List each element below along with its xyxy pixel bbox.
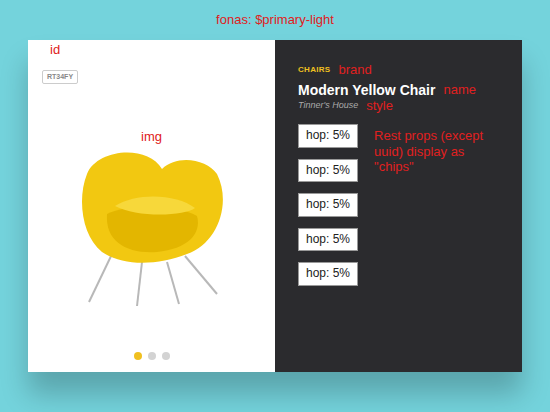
prop-chip: hop: 5%	[298, 124, 358, 148]
id-row: RT34FY	[42, 62, 261, 86]
image-panel: id RT34FY img	[28, 40, 275, 372]
info-panel: CHAIRSbrandModern Yellow ChairnameTinner…	[275, 40, 522, 372]
img-annotation: img	[141, 129, 162, 145]
prop-chip: hop: 5%	[298, 193, 358, 217]
name-annotation: name	[443, 82, 476, 98]
image-area: img	[42, 86, 261, 352]
carousel-dot[interactable]	[148, 352, 156, 360]
product-name: Modern Yellow Chair	[298, 82, 435, 99]
carousel-dot[interactable]	[162, 352, 170, 360]
brand-annotation: brand	[338, 62, 371, 78]
chair-image	[67, 144, 237, 309]
prop-chip: hop: 5%	[298, 262, 358, 286]
prop-chip: hop: 5%	[298, 228, 358, 252]
id-badge: RT34FY	[42, 70, 78, 84]
background-annotation: fonas: $primary-light	[0, 0, 550, 40]
style-row: Tinner's House style	[298, 98, 512, 114]
carousel-dot[interactable]	[134, 352, 142, 360]
chips-annotation: Rest props (except uuid) display as "chi…	[374, 124, 499, 286]
prop-chip: hop: 5%	[298, 159, 358, 183]
carousel-dots	[42, 352, 261, 360]
style-annotation: style	[366, 98, 393, 114]
brand-label: CHAIRS	[298, 64, 330, 76]
id-annotation: id	[50, 42, 261, 58]
name-row: Modern Yellow Chair name	[298, 82, 512, 99]
brand-row: CHAIRS brand	[298, 62, 512, 78]
chip-list: hop: 5% hop: 5% hop: 5% hop: 5% hop: 5%	[298, 124, 358, 286]
product-card: id RT34FY img CHAIRS brand Modern Yellow Chai…	[28, 40, 522, 372]
product-style: Tinner's House	[298, 99, 358, 113]
chips-row: hop: 5% hop: 5% hop: 5% hop: 5% hop: 5% Rest …	[298, 124, 512, 286]
